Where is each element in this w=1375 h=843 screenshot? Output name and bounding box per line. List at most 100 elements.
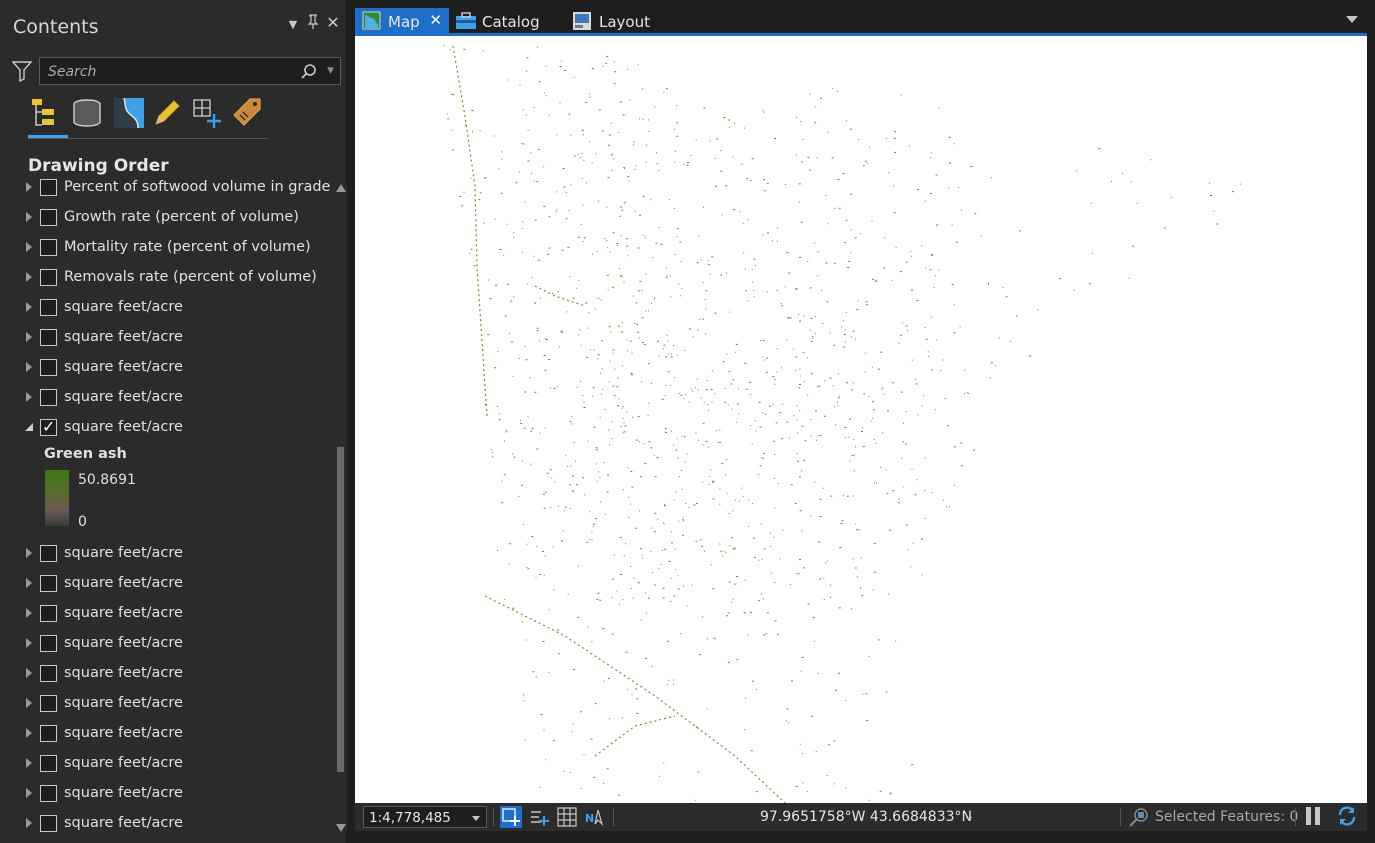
expand-icon[interactable]: [26, 242, 32, 252]
chevron-down-icon[interactable]: [472, 816, 480, 821]
layer-row[interactable]: square feet/acre: [0, 719, 334, 749]
expand-icon[interactable]: [26, 578, 32, 588]
layer-visibility-checkbox[interactable]: [40, 545, 57, 562]
expand-icon[interactable]: [26, 728, 32, 738]
expand-icon[interactable]: [26, 758, 32, 768]
list-by-selection-icon[interactable]: [112, 96, 146, 130]
expand-icon[interactable]: [26, 212, 32, 222]
search-input[interactable]: [46, 61, 300, 83]
search-field[interactable]: ▼: [39, 57, 341, 85]
layer-visibility-checkbox[interactable]: [40, 179, 57, 196]
north-arrow-icon[interactable]: N: [584, 806, 606, 828]
refresh-icon[interactable]: [1336, 805, 1358, 827]
expand-icon[interactable]: [26, 668, 32, 678]
layer-label: square feet/acre: [64, 815, 183, 831]
layer-row[interactable]: square feet/acre: [0, 383, 334, 413]
expand-icon[interactable]: [26, 608, 32, 618]
expand-icon[interactable]: [26, 332, 32, 342]
layer-visibility-checkbox[interactable]: [40, 725, 57, 742]
layer-row[interactable]: square feet/acre: [0, 323, 334, 353]
layer-visibility-checkbox[interactable]: [40, 575, 57, 592]
layer-row[interactable]: square feet/acre: [0, 629, 334, 659]
scrollbar-thumb[interactable]: [337, 447, 344, 772]
layer-row[interactable]: Percent of softwood volume in grade 1: [0, 174, 334, 203]
selected-features-icon[interactable]: [1128, 806, 1150, 828]
layer-row[interactable]: Removals rate (percent of volume): [0, 263, 334, 293]
layer-visibility-checkbox[interactable]: [40, 815, 57, 832]
layer-label: square feet/acre: [64, 605, 183, 621]
filter-icon[interactable]: [11, 60, 33, 83]
layer-row[interactable]: square feet/acre: [0, 413, 334, 443]
layer-row[interactable]: square feet/acre: [0, 809, 334, 839]
layer-visibility-checkbox[interactable]: [40, 209, 57, 226]
map-view[interactable]: [355, 36, 1367, 803]
expand-icon[interactable]: [26, 362, 32, 372]
fixed-zoom-icon[interactable]: [500, 806, 522, 828]
list-by-data-source-icon[interactable]: [70, 96, 104, 130]
expand-icon[interactable]: [26, 638, 32, 648]
collapse-icon[interactable]: [25, 423, 33, 431]
search-icon[interactable]: [300, 63, 318, 81]
list-by-snapping-icon[interactable]: [190, 96, 224, 130]
layer-row[interactable]: square feet/acre: [0, 749, 334, 779]
layer-visibility-checkbox[interactable]: [40, 665, 57, 682]
list-by-drawing-order-icon[interactable]: [28, 96, 62, 130]
expand-icon[interactable]: [26, 182, 32, 192]
list-by-editing-icon[interactable]: [150, 96, 184, 130]
expand-icon[interactable]: [26, 302, 32, 312]
layer-row[interactable]: square feet/acre: [0, 353, 334, 383]
layer-visibility-checkbox[interactable]: [40, 635, 57, 652]
layer-row[interactable]: square feet/acre: [0, 539, 334, 569]
layer-row[interactable]: square feet/acre: [0, 599, 334, 629]
scroll-down-icon[interactable]: [336, 824, 346, 832]
layer-row[interactable]: square feet/acre: [0, 659, 334, 689]
layer-visibility-checkbox[interactable]: [40, 389, 57, 406]
tab-layout[interactable]: Layout: [570, 8, 680, 34]
layer-visibility-checkbox[interactable]: [40, 359, 57, 376]
pane-options-icon[interactable]: ▼: [285, 18, 301, 31]
layer-visibility-checkbox[interactable]: [40, 605, 57, 622]
layer-row[interactable]: square feet/acre: [0, 569, 334, 599]
layer-visibility-checkbox[interactable]: [40, 755, 57, 772]
tab-catalog[interactable]: Catalog: [453, 8, 563, 34]
grid-snap-icon[interactable]: [528, 806, 550, 828]
scroll-up-icon[interactable]: [336, 184, 346, 192]
drawing-order-heading: Drawing Order: [28, 156, 169, 176]
river-trace: [594, 715, 676, 757]
layer-row[interactable]: square feet/acre: [0, 779, 334, 809]
layer-row[interactable]: Mortality rate (percent of volume): [0, 233, 334, 263]
layer-visibility-checkbox[interactable]: [40, 329, 57, 346]
layer-row[interactable]: square feet/acre: [0, 293, 334, 323]
layer-visibility-checkbox[interactable]: [40, 299, 57, 316]
expand-icon[interactable]: [26, 788, 32, 798]
pause-drawing-icon[interactable]: [1305, 806, 1321, 826]
layer-row[interactable]: square feet/acre: [0, 689, 334, 719]
expand-icon[interactable]: [26, 548, 32, 558]
pin-icon[interactable]: [305, 14, 321, 33]
tab-list-dropdown-icon[interactable]: [1346, 16, 1358, 23]
layer-visibility-checkbox[interactable]: [40, 269, 57, 286]
expand-icon[interactable]: [26, 818, 32, 828]
tab-layout-label: Layout: [599, 13, 650, 31]
layer-visibility-checkbox[interactable]: [40, 695, 57, 712]
catalog-icon: [455, 11, 476, 30]
close-icon[interactable]: ✕: [325, 13, 341, 32]
layer-label: square feet/acre: [64, 695, 183, 711]
map-canvas[interactable]: [355, 36, 1367, 803]
tab-map[interactable]: Map ✕: [355, 8, 449, 34]
layer-list-scrollbar[interactable]: [334, 182, 347, 834]
layer-row[interactable]: Growth rate (percent of volume): [0, 203, 334, 233]
close-icon[interactable]: ✕: [429, 11, 442, 29]
layer-visibility-checkbox[interactable]: [40, 417, 57, 436]
coordinate-format-dropdown-icon[interactable]: ⌄: [963, 808, 975, 824]
expand-icon[interactable]: [26, 392, 32, 402]
expand-icon[interactable]: [26, 272, 32, 282]
scale-selector[interactable]: 1:4,778,485: [363, 806, 487, 828]
grid-icon[interactable]: [556, 806, 578, 828]
layer-visibility-checkbox[interactable]: [40, 785, 57, 802]
expand-icon[interactable]: [26, 698, 32, 708]
list-by-labeling-icon[interactable]: [230, 96, 264, 130]
layer-visibility-checkbox[interactable]: [40, 239, 57, 256]
svg-text:N: N: [585, 812, 594, 825]
search-options-icon[interactable]: ▼: [327, 66, 334, 76]
